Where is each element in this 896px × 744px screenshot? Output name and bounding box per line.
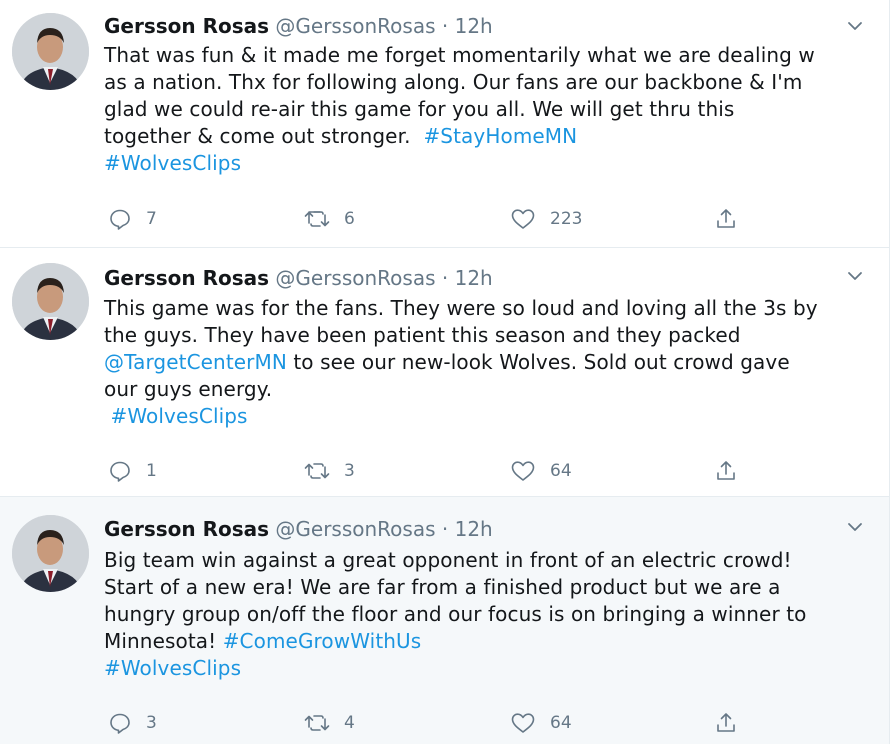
chevron-down-icon[interactable] bbox=[843, 14, 867, 38]
retweet-button[interactable]: 6 bbox=[304, 205, 355, 233]
author-name[interactable]: Gersson Rosas bbox=[104, 266, 269, 290]
tweet-text-segment: This game was for the fans. They were so… bbox=[104, 296, 818, 320]
hashtag-link[interactable]: #WolvesClips bbox=[104, 151, 241, 175]
tweet-text-segment: Big team win against a great opponent in… bbox=[104, 548, 792, 572]
tweet-header: Gersson Rosas @GerssonRosas · 12h bbox=[104, 515, 493, 543]
share-button[interactable] bbox=[714, 709, 752, 737]
share-icon bbox=[717, 713, 735, 732]
like-count: 64 bbox=[550, 461, 572, 481]
tweet-text-line: hungry group on/off the floor and our fo… bbox=[104, 601, 864, 628]
reply-icon bbox=[110, 461, 130, 482]
tweet-text-segment: the guys. They have been patient this se… bbox=[104, 323, 741, 347]
like-count: 64 bbox=[550, 713, 572, 733]
tweet-text-line: Minnesota! #ComeGrowWithUs bbox=[104, 628, 864, 655]
tweet-text-line: the guys. They have been patient this se… bbox=[104, 322, 864, 349]
tweet[interactable]: Gersson Rosas @GerssonRosas · 12h Big te… bbox=[0, 497, 889, 744]
retweet-count: 4 bbox=[344, 713, 355, 733]
share-icon bbox=[717, 461, 735, 480]
reply-icon bbox=[110, 713, 130, 734]
chevron-down-icon[interactable] bbox=[843, 264, 867, 288]
like-count: 223 bbox=[550, 209, 583, 229]
tweet-text-line: #WolvesClips bbox=[104, 150, 864, 177]
chevron-down-icon[interactable] bbox=[843, 515, 867, 539]
mention-link[interactable]: @TargetCenterMN bbox=[104, 350, 287, 374]
reply-button[interactable]: 7 bbox=[108, 205, 157, 233]
tweet-text: Big team win against a great opponent in… bbox=[104, 547, 864, 682]
avatar[interactable] bbox=[12, 13, 89, 90]
author-name[interactable]: Gersson Rosas bbox=[104, 517, 269, 541]
retweet-icon bbox=[304, 463, 330, 479]
avatar[interactable] bbox=[12, 515, 89, 592]
reply-count: 7 bbox=[146, 209, 157, 229]
author-handle[interactable]: @GerssonRosas bbox=[275, 14, 435, 38]
reply-button[interactable]: 3 bbox=[108, 709, 157, 737]
heart-icon bbox=[511, 209, 535, 229]
tweet-text-segment: That was fun & it made me forget momenta… bbox=[104, 43, 815, 67]
retweet-button[interactable]: 3 bbox=[304, 457, 355, 485]
retweet-count: 3 bbox=[344, 461, 355, 481]
tweet-actions: 3 4 64 bbox=[104, 709, 764, 737]
hashtag-link[interactable]: #StayHomeMN bbox=[423, 124, 577, 148]
tweet-text: This game was for the fans. They were so… bbox=[104, 295, 864, 430]
tweet-header: Gersson Rosas @GerssonRosas · 12h bbox=[104, 12, 493, 40]
tweet-text-line: #WolvesClips bbox=[104, 403, 864, 430]
author-handle[interactable]: @GerssonRosas bbox=[275, 266, 435, 290]
tweet-text-line: Start of a new era! We are far from a fi… bbox=[104, 574, 864, 601]
share-button[interactable] bbox=[714, 205, 752, 233]
timeline: Gersson Rosas @GerssonRosas · 12h That w… bbox=[0, 0, 890, 744]
share-button[interactable] bbox=[714, 457, 752, 485]
share-icon bbox=[717, 209, 735, 228]
hashtag-link[interactable]: #ComeGrowWithUs bbox=[223, 629, 422, 653]
heart-icon bbox=[511, 461, 535, 481]
tweet-time[interactable]: · 12h bbox=[442, 14, 493, 38]
tweet[interactable]: Gersson Rosas @GerssonRosas · 12h This g… bbox=[0, 248, 889, 497]
tweet-text-segment: Minnesota! bbox=[104, 629, 223, 653]
tweet-text-line: #WolvesClips bbox=[104, 655, 864, 682]
tweet-text-line: as a nation. Thx for following along. Ou… bbox=[104, 69, 864, 96]
tweet[interactable]: Gersson Rosas @GerssonRosas · 12h That w… bbox=[0, 0, 889, 248]
tweet-text-segment: as a nation. Thx for following along. Ou… bbox=[104, 70, 803, 94]
tweet-actions: 7 6 223 bbox=[104, 205, 764, 233]
tweet-text-line: That was fun & it made me forget momenta… bbox=[104, 42, 864, 69]
like-button[interactable]: 64 bbox=[510, 709, 572, 737]
hashtag-link[interactable]: #WolvesClips bbox=[110, 404, 247, 428]
heart-icon bbox=[511, 713, 535, 733]
tweet-text-line: Big team win against a great opponent in… bbox=[104, 547, 864, 574]
tweet-text-segment: glad we could re-air this game for you a… bbox=[104, 97, 735, 121]
reply-icon bbox=[110, 209, 130, 230]
tweet-time[interactable]: · 12h bbox=[442, 517, 493, 541]
tweet-text-segment: our guys energy. bbox=[104, 377, 273, 401]
tweet-text-line: @TargetCenterMN to see our new-look Wolv… bbox=[104, 349, 864, 376]
avatar[interactable] bbox=[12, 263, 89, 340]
retweet-icon bbox=[304, 211, 330, 227]
reply-count: 1 bbox=[146, 461, 157, 481]
tweet-header: Gersson Rosas @GerssonRosas · 12h bbox=[104, 264, 493, 292]
tweet-text-segment: Start of a new era! We are far from a fi… bbox=[104, 575, 781, 599]
tweet-text-line: glad we could re-air this game for you a… bbox=[104, 96, 864, 123]
tweet-text-segment: hungry group on/off the floor and our fo… bbox=[104, 602, 807, 626]
tweet-actions: 1 3 64 bbox=[104, 457, 764, 485]
tweet-text-segment: together & come out stronger. bbox=[104, 124, 424, 148]
reply-count: 3 bbox=[146, 713, 157, 733]
like-button[interactable]: 64 bbox=[510, 457, 572, 485]
retweet-button[interactable]: 4 bbox=[304, 709, 355, 737]
tweet-text: That was fun & it made me forget momenta… bbox=[104, 42, 864, 177]
like-button[interactable]: 223 bbox=[510, 205, 582, 233]
reply-button[interactable]: 1 bbox=[108, 457, 157, 485]
tweet-text-line: This game was for the fans. They were so… bbox=[104, 295, 864, 322]
tweet-text-segment: to see our new-look Wolves. Sold out cro… bbox=[286, 350, 790, 374]
retweet-icon bbox=[304, 715, 330, 731]
retweet-count: 6 bbox=[344, 209, 355, 229]
tweet-time[interactable]: · 12h bbox=[442, 266, 493, 290]
author-name[interactable]: Gersson Rosas bbox=[104, 14, 269, 38]
tweet-text-line: together & come out stronger. #StayHomeM… bbox=[104, 123, 864, 150]
author-handle[interactable]: @GerssonRosas bbox=[275, 517, 435, 541]
tweet-text-line: our guys energy. bbox=[104, 376, 864, 403]
hashtag-link[interactable]: #WolvesClips bbox=[104, 656, 241, 680]
